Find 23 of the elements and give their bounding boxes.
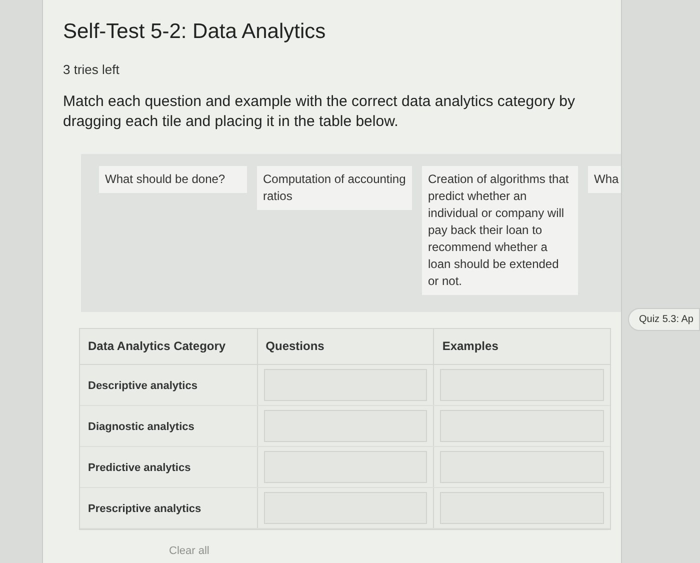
drop-zone[interactable]: [264, 450, 428, 482]
category-cell: Prescriptive analytics: [88, 502, 202, 514]
category-cell: Diagnostic analytics: [88, 420, 194, 432]
drag-tile[interactable]: Creation of algorithms that predict whether an individual or company will pay back their loan to recommend whether a loan should be extended or not.: [422, 166, 578, 294]
drop-zone[interactable]: [264, 492, 428, 524]
drop-zone[interactable]: [440, 492, 604, 524]
drop-zone[interactable]: [440, 450, 604, 482]
page-title: Self-Test 5-2: Data Analytics: [63, 19, 326, 45]
side-tab[interactable]: Quiz 5.3: Ap: [628, 308, 700, 331]
drop-zone[interactable]: [440, 368, 604, 400]
instructions-text: Match each question and example with the correct data analytics category by dragging each tile and placing it in the table below.: [63, 92, 576, 132]
drag-tile[interactable]: Wha: [588, 166, 621, 192]
drag-tile[interactable]: Computation of accounting ratios: [257, 166, 412, 210]
column-header: Data Analytics Category: [88, 338, 226, 355]
category-cell: Descriptive analytics: [88, 380, 198, 392]
drop-zone[interactable]: [264, 368, 428, 400]
category-cell: Predictive analytics: [88, 462, 191, 474]
column-header: Questions: [266, 338, 324, 355]
column-header: Examples: [442, 338, 498, 355]
drag-tile[interactable]: What should be done?: [99, 166, 247, 192]
drop-zone[interactable]: [264, 410, 428, 442]
drop-zone[interactable]: [440, 410, 604, 442]
tries-left-text: 3 tries left: [63, 61, 120, 79]
